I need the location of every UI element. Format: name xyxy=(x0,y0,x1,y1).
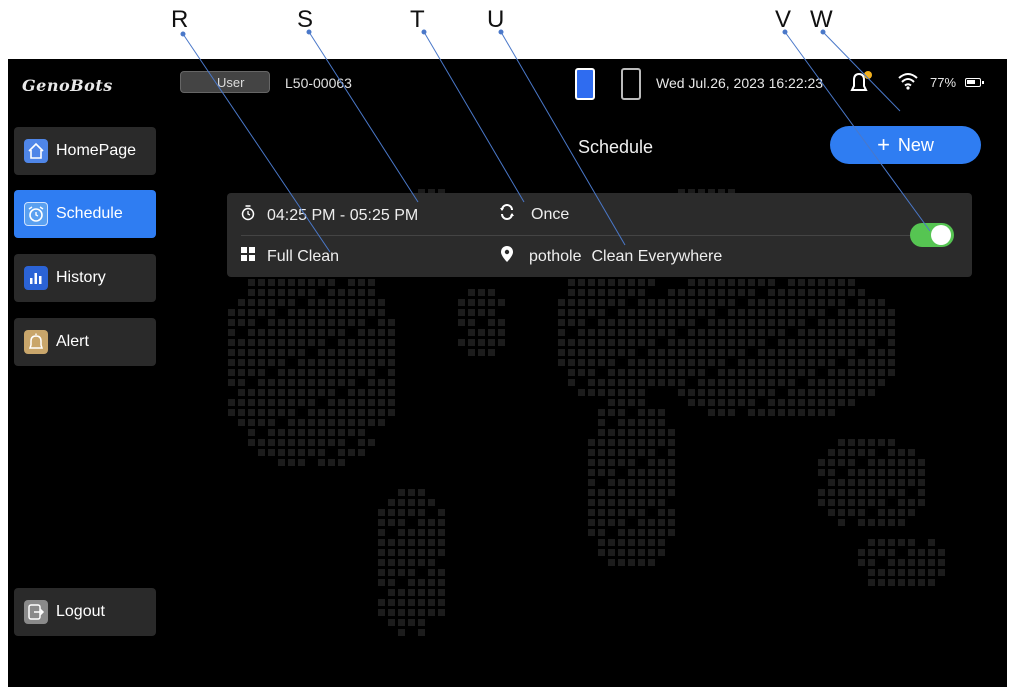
clean-mode: Full Clean xyxy=(267,247,340,265)
callout-letter-v: V xyxy=(775,6,792,33)
device-tablet-icon[interactable] xyxy=(621,68,641,100)
brand-logo: GenoBots xyxy=(22,76,113,95)
new-button-label: New xyxy=(897,134,934,155)
callout-letter-r: R xyxy=(171,6,189,33)
location-row: pothole Clean Everywhere xyxy=(501,246,722,267)
user-badge[interactable]: User xyxy=(180,71,270,93)
sidebar-item-schedule[interactable]: Schedule xyxy=(14,190,156,238)
logout-button[interactable]: Logout xyxy=(14,588,156,636)
logout-label: Logout xyxy=(56,603,105,620)
sidebar-item-history[interactable]: History xyxy=(14,254,156,302)
plus-icon: + xyxy=(877,132,890,157)
location-name: pothole xyxy=(529,247,582,265)
repeat-value: Once xyxy=(531,205,570,223)
schedule-enable-toggle[interactable] xyxy=(910,223,954,247)
card-divider xyxy=(241,235,913,236)
callout-letter-w: W xyxy=(810,6,833,33)
home-icon xyxy=(24,139,48,163)
sidebar-item-label: Schedule xyxy=(56,205,123,222)
timer-icon xyxy=(241,205,255,226)
location-pin-icon xyxy=(501,246,513,267)
mode-row: Full Clean xyxy=(241,247,339,266)
sidebar-item-alert[interactable]: Alert xyxy=(14,318,156,366)
clean-area: Clean Everywhere xyxy=(591,247,723,265)
time-range-row: 04:25 PM - 05:25 PM xyxy=(241,205,418,226)
alarm-bell-icon xyxy=(24,330,48,354)
logout-icon xyxy=(24,600,48,624)
battery-percent: 77% xyxy=(930,75,957,90)
page-title: Schedule xyxy=(578,137,654,157)
repeat-icon xyxy=(499,204,515,225)
sidebar-item-label: HomePage xyxy=(56,142,137,159)
device-id: L50-00063 xyxy=(285,75,352,91)
device-tablet-active-icon[interactable] xyxy=(575,68,595,100)
notification-bell-icon[interactable] xyxy=(848,70,874,99)
new-schedule-button[interactable]: + New xyxy=(830,126,981,164)
app-screen: GenoBots User L50-00063 Wed Jul.26, 2023… xyxy=(8,59,1007,687)
sidebar-item-label: History xyxy=(56,269,106,286)
callout-letter-s: S xyxy=(297,6,314,33)
wifi-icon xyxy=(898,72,918,95)
repeat-row: Once xyxy=(499,204,569,225)
callout-letter-t: T xyxy=(410,6,425,33)
datetime-readout: Wed Jul.26, 2023 16:22:23 xyxy=(656,75,824,91)
time-range: 04:25 PM - 05:25 PM xyxy=(267,206,419,224)
grid-icon xyxy=(241,247,255,266)
battery-icon xyxy=(965,78,984,87)
callout-letter-u: U xyxy=(487,6,505,33)
sidebar-item-homepage[interactable]: HomePage xyxy=(14,127,156,175)
sidebar-item-label: Alert xyxy=(56,333,89,350)
alarm-clock-icon xyxy=(24,202,48,226)
schedule-card[interactable]: 04:25 PM - 05:25 PM Once Full Clean poth… xyxy=(227,193,972,277)
bar-chart-icon xyxy=(24,266,48,290)
